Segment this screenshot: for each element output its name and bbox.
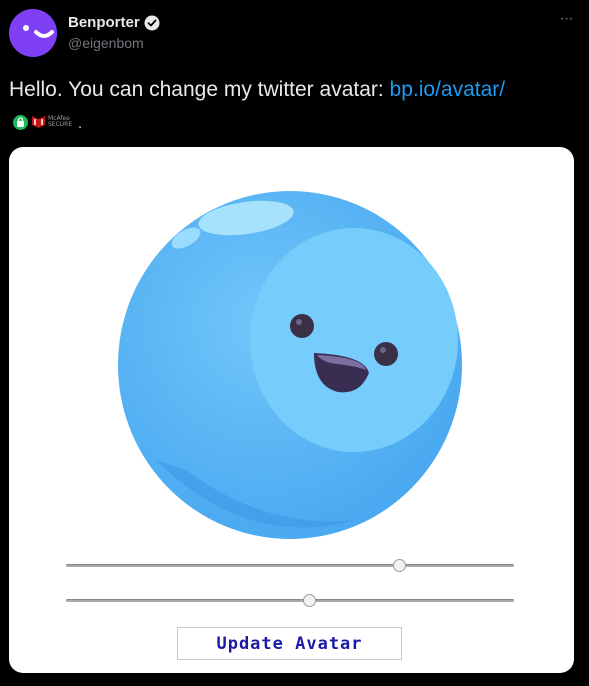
slider-2[interactable] (66, 594, 514, 608)
trailing-dot: . (78, 115, 83, 131)
more-options-icon[interactable]: ··· (556, 11, 576, 32)
verified-badge-icon (144, 15, 160, 31)
mcafee-label: McAfee SECURE (48, 116, 72, 128)
slider-1[interactable] (66, 559, 514, 573)
author-avatar[interactable] (9, 9, 57, 57)
avatar-card[interactable]: Update Avatar (9, 147, 574, 673)
avatar-face-icon (9, 9, 57, 57)
secure-badges: McAfee SECURE . (13, 113, 82, 131)
blue-blob-character (118, 191, 462, 539)
lock-icon (13, 114, 28, 130)
author-name-row[interactable]: Benporter (68, 13, 160, 33)
mcafee-secure-badge: McAfee SECURE (31, 115, 72, 129)
slider-2-track[interactable] (66, 599, 514, 602)
author-handle[interactable]: @eigenbom (68, 34, 144, 52)
tweet-text: Hello. You can change my twitter avatar:… (9, 77, 505, 103)
author-display-name[interactable]: Benporter (68, 13, 140, 33)
slider-1-thumb[interactable] (392, 559, 406, 572)
mcafee-shield-icon (32, 116, 45, 128)
mcafee-line-2: SECURE (48, 121, 73, 128)
slider-1-track[interactable] (66, 564, 514, 567)
update-avatar-button[interactable]: Update Avatar (177, 627, 402, 660)
slider-2-thumb[interactable] (303, 594, 317, 607)
avatar-link[interactable]: bp.io/avatar/ (390, 78, 506, 101)
tweet-body: Hello. You can change my twitter avatar: (9, 78, 390, 101)
